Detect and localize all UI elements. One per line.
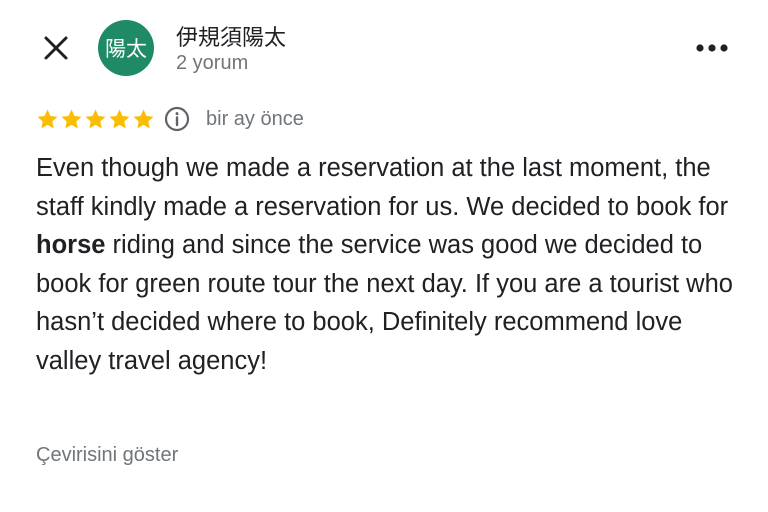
close-button[interactable] <box>36 30 76 66</box>
star-icon <box>109 109 130 128</box>
more-options-button[interactable] <box>690 30 734 66</box>
review-count: 2 yorum <box>176 52 249 74</box>
star-icon <box>61 109 82 128</box>
close-icon <box>44 36 68 60</box>
review-text: Even though we made a reservation at the… <box>36 149 736 380</box>
star-icon <box>37 109 58 128</box>
review-text-part: riding and since the service was good we… <box>36 231 733 375</box>
more-horizontal-icon <box>696 44 728 52</box>
avatar-text: 陽太 <box>105 37 147 61</box>
info-button[interactable] <box>164 106 190 132</box>
star-icon <box>85 109 106 128</box>
avatar[interactable]: 陽太 <box>98 20 154 76</box>
review-text-part: Even though we made a reservation at the… <box>36 154 729 221</box>
info-icon <box>164 106 190 132</box>
review-meta-row: bir ay önce <box>36 104 304 134</box>
star-rating <box>36 108 155 131</box>
review-header: 陽太 伊規須陽太 2 yorum <box>0 0 768 96</box>
review-time: bir ay önce <box>206 107 304 130</box>
show-translation-link[interactable]: Çevirisini göster <box>36 444 178 467</box>
author-name[interactable]: 伊規須陽太 <box>176 20 286 52</box>
review-text-highlight: horse <box>36 231 106 259</box>
star-icon <box>133 109 154 128</box>
